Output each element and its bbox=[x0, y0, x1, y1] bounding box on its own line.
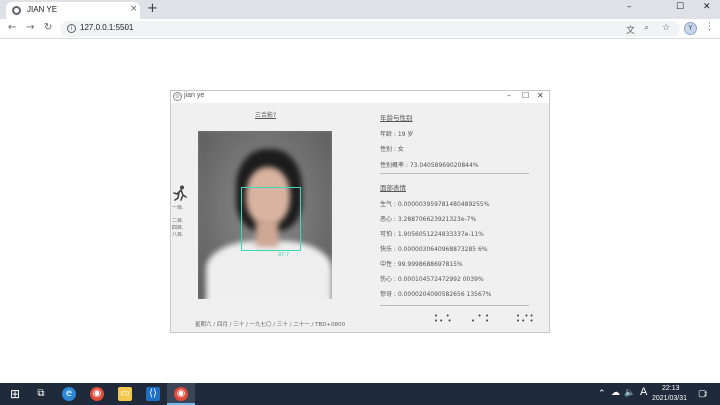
minimize-button[interactable]: – bbox=[627, 2, 632, 12]
side-line-2: 二目. bbox=[172, 218, 184, 224]
date-footer: 星期六 / 四月 / 三十 / 一九七〇 / 三十 / 二十一 / TBD+08… bbox=[195, 322, 346, 328]
translate-icon[interactable]: 文 bbox=[626, 23, 635, 36]
forward-icon[interactable]: → bbox=[26, 22, 34, 33]
emotion-title: 面部表情 bbox=[380, 184, 406, 192]
maximize-button[interactable]: ☐ bbox=[676, 2, 684, 12]
menu-icon[interactable]: ⋮ bbox=[705, 22, 714, 32]
volume-icon[interactable]: 🔈 bbox=[624, 387, 635, 398]
browser-tab[interactable]: JIAN YE × bbox=[6, 2, 140, 19]
close-window-button[interactable]: ✕ bbox=[703, 2, 711, 12]
profile-avatar[interactable]: Y bbox=[684, 22, 697, 35]
face-confidence-label: 97.7 bbox=[278, 252, 290, 258]
section-divider-bottom bbox=[380, 305, 529, 306]
notification-count: 2 bbox=[704, 392, 708, 398]
tab-strip: JIAN YE × + – ☐ ✕ bbox=[0, 0, 720, 19]
emotion-angry: 生气 : 0.000003959781480489255% bbox=[380, 201, 490, 208]
emotion-happy: 快乐 : 0.0000030640968873285 6% bbox=[380, 246, 488, 253]
app-minimize-button[interactable]: – bbox=[507, 91, 511, 100]
age-value: 年龄 : 19 岁 bbox=[380, 131, 414, 138]
app-title: jian ye bbox=[184, 92, 205, 99]
emotion-sad: 伤心 : 0.000104572472992 0039% bbox=[380, 276, 484, 283]
edge-icon[interactable]: e bbox=[62, 387, 76, 401]
age-gender-title: 年龄与性别 bbox=[380, 114, 413, 122]
side-line-3: 四目. bbox=[172, 225, 184, 231]
emotion-fear: 可怕 : 1.9056051224833337e-11% bbox=[380, 231, 484, 238]
taskbar: ⊞ ⧉ e ◉ ▭ ⟨⟩ ◉ ⌃ ☁ 🔈 A 22:13 2021/03/31 … bbox=[0, 383, 720, 405]
app-window: ◎ jian ye – ☐ ✕ 三合影? 一目. 二目. 四目. 八目. 97.… bbox=[170, 90, 550, 333]
gender-value: 性别 : 女 bbox=[380, 146, 404, 153]
emotion-neutral: 中性 : 99.9998688697815% bbox=[380, 261, 463, 268]
vscode-icon[interactable]: ⟨⟩ bbox=[146, 387, 160, 401]
reload-icon[interactable]: ↻ bbox=[44, 22, 52, 33]
portrait-photo: 97.7 bbox=[198, 131, 332, 299]
dot-pattern-4: • •• •• • bbox=[516, 312, 535, 325]
section-divider bbox=[380, 173, 529, 174]
emotion-surprise: 惊讶 : 0.0000204090582656 13567% bbox=[380, 291, 492, 298]
task-view-icon[interactable]: ⧉ bbox=[34, 387, 48, 401]
url-text[interactable]: 127.0.0.1:5501 bbox=[80, 23, 133, 32]
gender-probability: 性别概率 : 73.04058969020844% bbox=[380, 162, 479, 169]
new-tab-button[interactable]: + bbox=[147, 1, 158, 16]
browser-toolbar: ← → ↻ i 127.0.0.1:5501 文 ⌕ ☆ Y ⋮ bbox=[0, 19, 720, 39]
dot-pattern-2: • • bbox=[471, 312, 483, 325]
clock-date[interactable]: 2021/03/31 bbox=[652, 395, 687, 402]
cloud-icon[interactable]: ☁ bbox=[611, 387, 620, 398]
dot-pattern-1: • • •• • bbox=[434, 312, 453, 325]
ime-indicator[interactable]: A bbox=[640, 386, 647, 398]
chrome-active-icon[interactable]: ◉ bbox=[174, 387, 188, 401]
clock-time[interactable]: 22:13 bbox=[662, 385, 680, 392]
close-tab-icon[interactable]: × bbox=[130, 4, 138, 14]
back-icon[interactable]: ← bbox=[8, 22, 16, 33]
emotion-disgust: 恶心 : 3.288706623921323e-7% bbox=[380, 216, 477, 223]
tray-chevron-icon[interactable]: ⌃ bbox=[598, 388, 606, 399]
runner-icon bbox=[173, 185, 187, 201]
bookmark-star-icon[interactable]: ☆ bbox=[662, 23, 670, 33]
group-photo-link[interactable]: 三合影? bbox=[255, 110, 276, 119]
zoom-icon[interactable]: ⌕ bbox=[644, 23, 649, 33]
dot-pattern-3: • • bbox=[485, 312, 491, 325]
file-explorer-icon[interactable]: ▭ bbox=[118, 387, 132, 401]
globe-icon bbox=[12, 6, 21, 15]
app-close-button[interactable]: ✕ bbox=[537, 91, 544, 100]
info-icon[interactable]: i bbox=[67, 24, 76, 33]
address-bar[interactable]: i 127.0.0.1:5501 文 ⌕ ☆ bbox=[60, 21, 680, 37]
chrome-icon[interactable]: ◉ bbox=[90, 387, 104, 401]
app-logo-icon: ◎ bbox=[173, 92, 182, 101]
side-line-1: 一目. bbox=[172, 205, 184, 211]
windows-start-icon[interactable]: ⊞ bbox=[8, 387, 22, 401]
active-chrome-taskbar-item[interactable]: ◉ bbox=[167, 383, 195, 405]
face-detection-box bbox=[241, 187, 301, 251]
app-maximize-button[interactable]: ☐ bbox=[522, 91, 529, 100]
app-titlebar: ◎ jian ye – ☐ ✕ bbox=[171, 91, 549, 103]
side-line-4: 八目. bbox=[172, 232, 184, 238]
tab-title: JIAN YE bbox=[27, 5, 58, 14]
